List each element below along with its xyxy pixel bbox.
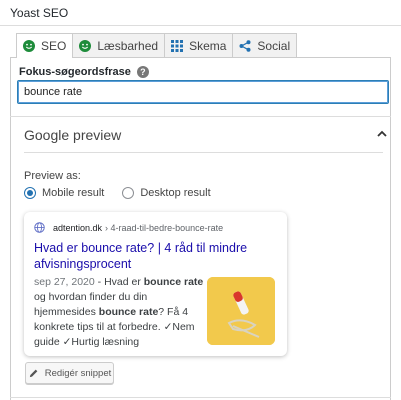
tab-label: SEO	[41, 39, 67, 53]
smiley-icon	[23, 40, 35, 52]
tab-label: Læsbarhed	[97, 38, 159, 53]
snippet-date: sep 27, 2020	[34, 276, 95, 288]
tab-label: Skema	[189, 38, 227, 53]
desktop-result-radio[interactable]	[122, 187, 135, 199]
divider	[24, 152, 383, 153]
mobile-result-option[interactable]: Mobile result	[24, 187, 104, 199]
divider	[10, 397, 391, 398]
tab-label: Social	[257, 38, 291, 53]
tab-seo[interactable]: SEO	[16, 33, 74, 58]
focus-keyphrase-label-text: Fokus-søgeordsfrase	[19, 66, 131, 78]
edit-snippet-button[interactable]: Redigér snippet	[25, 362, 114, 384]
snippet-dash: -	[94, 276, 105, 288]
focus-keyphrase-label: Fokus-søgeordsfrase ?	[19, 66, 149, 78]
snippet-keyword: bounce rate	[98, 306, 159, 318]
google-preview-heading[interactable]: Google preview	[24, 127, 121, 143]
desktop-result-option[interactable]: Desktop result	[122, 187, 211, 199]
google-snippet-card: adtention.dk › 4-raad-til-bedre-bounce-r…	[24, 212, 287, 356]
tab-readability[interactable]: Læsbarhed	[72, 33, 166, 57]
mobile-result-radio[interactable]	[24, 187, 36, 199]
snippet-thumbnail	[207, 277, 275, 345]
smiley-icon	[79, 39, 92, 52]
globe-icon	[34, 222, 45, 233]
desktop-result-label: Desktop result	[140, 187, 211, 199]
share-icon	[239, 39, 251, 52]
preview-as-label: Preview as:	[24, 170, 81, 182]
snippet-text: Hvad er	[104, 276, 144, 288]
snippet-domain: adtention.dk	[53, 222, 103, 233]
thumbnail-illustration	[207, 277, 275, 345]
pencil-icon	[28, 368, 39, 379]
grid-icon	[171, 39, 184, 52]
chevron-up-icon[interactable]	[372, 124, 392, 144]
snippet-keyword: bounce rate	[143, 276, 204, 288]
snippet-description: sep 27, 2020 - Hvad er bounce rate og hv…	[34, 275, 204, 350]
snippet-url: adtention.dk › 4-raad-til-bedre-bounce-r…	[34, 222, 223, 233]
snippet-path: › 4-raad-til-bedre-bounce-rate	[105, 222, 224, 233]
panel-title: Yoast SEO	[10, 6, 69, 20]
edit-snippet-label: Redigér snippet	[44, 367, 112, 379]
tab-schema[interactable]: Skema	[164, 33, 234, 57]
divider	[0, 25, 401, 26]
google-preview-section	[10, 116, 391, 117]
question-icon[interactable]: ?	[136, 66, 149, 78]
snippet-title[interactable]: Hvad er bounce rate? | 4 råd til mindre …	[34, 240, 279, 272]
preview-mode-radios: Mobile result Desktop result	[24, 187, 229, 199]
tab-social[interactable]: Social	[232, 33, 298, 57]
tab-bar: SEO Læsbarhed Skema Social	[16, 33, 298, 58]
focus-keyphrase-input[interactable]	[17, 80, 389, 104]
mobile-result-label: Mobile result	[42, 187, 105, 199]
